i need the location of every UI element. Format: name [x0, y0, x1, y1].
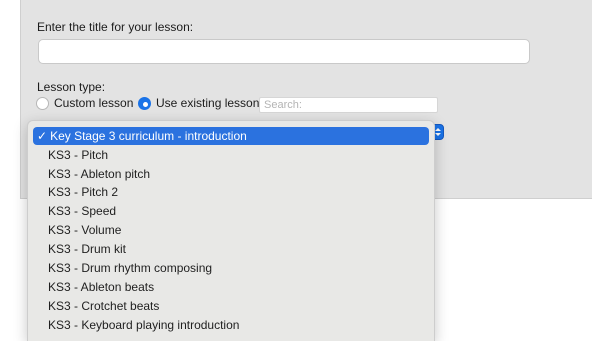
checkmark-icon: ✓ — [37, 129, 48, 143]
menu-item[interactable]: KS3 - Volume — [33, 221, 429, 239]
menu-item[interactable]: KS3 - Drum kit — [33, 240, 429, 258]
radio-custom-icon[interactable] — [36, 96, 49, 110]
menu-item-label: Key Stage 3 curriculum - introduction — [50, 129, 247, 143]
lesson-type-label: Lesson type: — [37, 80, 106, 94]
lesson-title-input[interactable] — [38, 39, 530, 64]
menu-item[interactable]: KS3 - Crotchet beats — [33, 297, 429, 315]
radio-existing-lesson[interactable]: Use existing lesson — [138, 95, 259, 111]
title-label: Enter the title for your lesson: — [37, 20, 194, 34]
radio-existing-icon[interactable] — [138, 96, 151, 110]
menu-item[interactable]: KS3 - Speed — [33, 202, 429, 220]
radio-custom-label: Custom lesson — [54, 96, 134, 110]
menu-item[interactable]: KS3 - Keyboard playing introduction — [33, 316, 429, 334]
menu-item[interactable]: KS3 - Drum rhythm composing — [33, 259, 429, 277]
lesson-search-input[interactable] — [259, 97, 438, 113]
menu-item[interactable]: KS3 - Ableton pitch — [33, 165, 429, 183]
radio-custom-lesson[interactable]: Custom lesson — [36, 95, 133, 111]
menu-item-selected[interactable]: ✓ Key Stage 3 curriculum - introduction — [33, 127, 429, 145]
menu-item[interactable]: KS3 - Ableton beats — [33, 278, 429, 296]
lesson-dropdown-menu: ✓ Key Stage 3 curriculum - introduction K… — [27, 120, 435, 341]
menu-item[interactable]: KS3 - Pitch 2 — [33, 183, 429, 201]
radio-existing-label: Use existing lesson — [156, 96, 260, 110]
menu-item[interactable]: KS3 - Pitch — [33, 146, 429, 164]
